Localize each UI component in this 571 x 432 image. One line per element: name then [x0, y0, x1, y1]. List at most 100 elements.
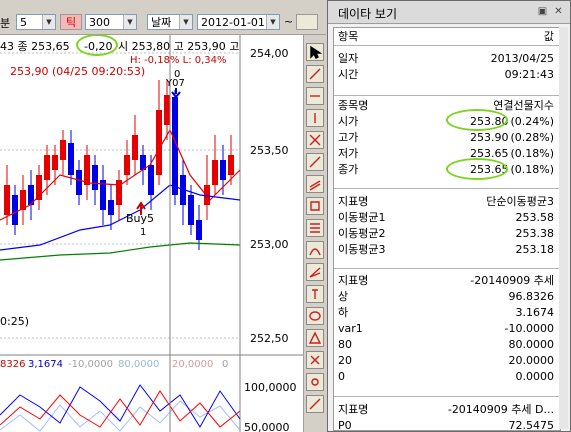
item-key: 일자 [338, 52, 359, 65]
data-window-titlebar[interactable]: 데이타 보기 ▣ ✕ [328, 1, 570, 24]
data-window-title: 데이타 보기 [338, 7, 398, 21]
oscillator-line [0, 384, 241, 428]
osc-legend-c: -10,0000 [68, 359, 113, 370]
chart-canvas: 254,00 253,50 253,00 252,50 100,0000 50,… [0, 35, 303, 432]
draw-hline-icon[interactable] [306, 109, 324, 127]
list-item: 이동평균2 253.38 [334, 227, 560, 241]
item-value: -20140909 추세 [470, 274, 554, 287]
ohlc-info-close: 43 종 253,65 [0, 40, 70, 53]
item-price: 253.90 [469, 131, 509, 144]
settings-icon[interactable] [306, 395, 324, 413]
list-item: 상 96.8326 [334, 290, 560, 304]
table-header: 항목 값 [334, 30, 560, 44]
candle-body [196, 220, 202, 240]
highlight-circle-open [446, 109, 508, 131]
item-value: 72.5475 [508, 419, 555, 431]
fibonacci-icon[interactable] [306, 241, 324, 259]
candle-body [60, 140, 66, 160]
date-combo[interactable]: 2012-01-01 ▼ [197, 14, 280, 30]
draw-vline-icon[interactable] [306, 131, 324, 149]
signal-marker-y07: Y07 [165, 78, 185, 89]
buy-signal-sub: 1 [140, 227, 146, 238]
item-key: 시간 [338, 68, 359, 81]
item-key: 80 [338, 338, 352, 351]
candle-body [12, 195, 18, 225]
chart-toolbar: 분 5 ▼ 틱 300 ▼ 날짜 ▼ 2012-01-01 ▼ ~ [0, 0, 326, 35]
draw-arc-icon[interactable] [306, 263, 324, 281]
item-key: 0 [338, 370, 345, 383]
item-key: 이동평균3 [338, 243, 386, 256]
list-item: 이동평균3 253.18 [334, 243, 560, 257]
item-key: 상 [338, 290, 349, 303]
chevron-down-icon[interactable]: ▼ [179, 15, 192, 29]
price-axis-label: 254,00 [250, 47, 289, 60]
item-value: 연결선물지수 [493, 99, 554, 112]
chevron-down-icon[interactable]: ▼ [266, 15, 279, 29]
candle-body [188, 195, 194, 225]
date-type-value: 날짜 [151, 16, 172, 29]
chevron-down-icon[interactable]: ▼ [123, 15, 136, 29]
pin-icon[interactable]: ▣ [536, 5, 549, 18]
tick-combo[interactable]: 300 ▼ [85, 14, 137, 30]
item-pct: (0.18%) [510, 147, 554, 160]
zoom-icon[interactable] [306, 65, 324, 83]
item-pct: (0.28%) [510, 131, 554, 144]
item-key: 이동평균2 [338, 227, 386, 240]
list-item: 종목명 연결선물지수 [334, 99, 560, 113]
osc-axis-label: 100,0000 [244, 381, 297, 394]
list-item: var1 -10.0000 [334, 322, 560, 336]
data-window-table: 항목 값 일자 2013/04/25 시간 09:21:43 종목명 연결선물지수시가 25… [333, 27, 561, 431]
candle-body [68, 143, 74, 175]
trend-line-icon[interactable] [306, 175, 324, 193]
item-value: 253.58 [515, 211, 555, 224]
list-item: 20 20.0000 [334, 354, 560, 368]
list-item: 80 80.0000 [334, 338, 560, 352]
time-label: 0:25) [0, 315, 29, 328]
tick-value: 300 [89, 16, 110, 29]
price-chart[interactable]: 254,00 253,50 253,00 252,50 100,0000 50,… [0, 35, 303, 432]
candle-body [204, 185, 210, 205]
item-value: 09:21:43 [504, 68, 554, 81]
chevron-down-icon[interactable]: ▼ [42, 15, 55, 29]
list-item: 지표명 -20140909 추세 D... [334, 403, 560, 417]
draw-cross-icon[interactable] [306, 153, 324, 171]
oscillator-line [0, 400, 241, 432]
delete-tool-icon[interactable] [306, 373, 324, 391]
date-type-combo[interactable]: 날짜 ▼ [147, 14, 193, 30]
item-pct: (0.24%) [510, 115, 554, 128]
candle-body [52, 155, 58, 170]
price-axis-label: 252,50 [250, 332, 289, 345]
data-window-scrollbar[interactable] [559, 27, 568, 429]
candle-body [156, 110, 162, 175]
draw-text-icon[interactable] [306, 307, 324, 325]
list-item: 0 0.0000 [334, 370, 560, 384]
draw-ellipse-icon[interactable] [306, 329, 324, 347]
item-key: 종목명 [338, 99, 369, 112]
draw-channel-icon[interactable] [306, 197, 324, 215]
osc-axis-label: 50,0000 [244, 421, 290, 432]
tick-button[interactable]: 틱 [60, 14, 82, 30]
list-item: 일자 2013/04/25 [334, 52, 560, 66]
sell-arrow-icon [171, 88, 181, 99]
draw-triangle-icon[interactable] [306, 351, 324, 369]
item-value: 253.18 [515, 243, 555, 256]
item-key: 지표명 [338, 195, 369, 208]
candle-body [164, 95, 170, 125]
toolbar-extra-button[interactable] [296, 14, 318, 30]
close-icon[interactable]: ✕ [552, 5, 565, 18]
arrow-cursor-icon[interactable] [306, 43, 324, 61]
header-item: 항목 [338, 30, 359, 43]
candle-body [92, 165, 98, 190]
period-combo[interactable]: 5 ▼ [16, 14, 56, 30]
candle-body [76, 170, 82, 195]
item-value: 80.0000 [508, 338, 555, 351]
draw-fan-icon[interactable] [306, 285, 324, 303]
candle-body [108, 200, 114, 215]
item-key: 시가 [338, 115, 359, 128]
draw-box-icon[interactable] [306, 219, 324, 237]
candle-body [148, 165, 154, 195]
item-value: -10.0000 [504, 322, 554, 335]
price-axis-label: 253,50 [250, 144, 289, 157]
draw-line-icon[interactable] [306, 87, 324, 105]
item-key: 지표명 [338, 274, 369, 287]
